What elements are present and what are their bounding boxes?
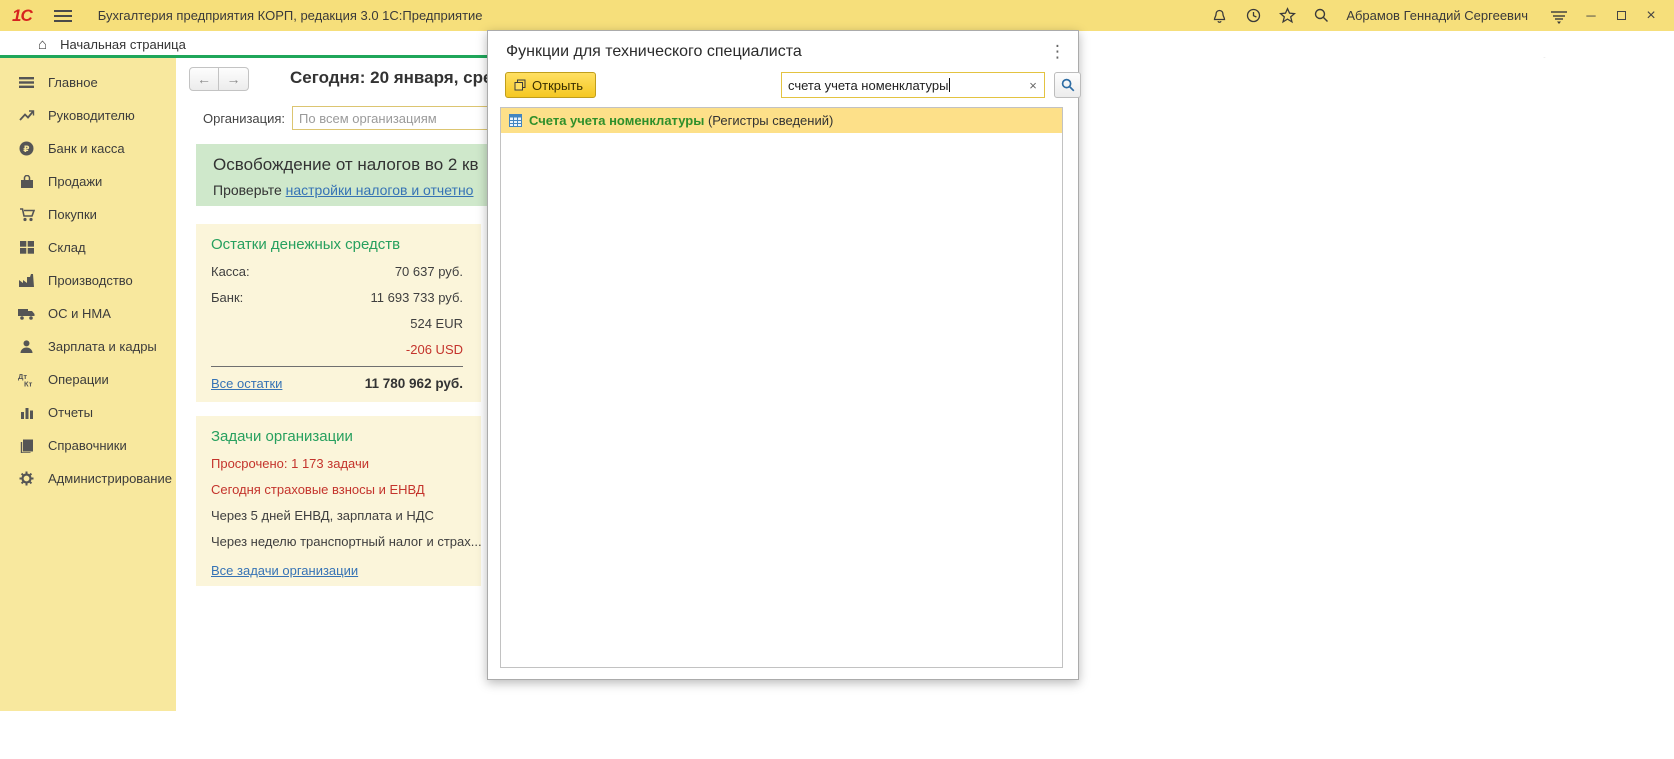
organization-label: Организация: xyxy=(203,111,285,126)
task-item-today[interactable]: Сегодня страховые взносы и ЕНВД xyxy=(211,482,463,497)
balance-value: 524 EUR xyxy=(410,316,463,331)
svg-text:₽: ₽ xyxy=(23,144,29,154)
total-separator xyxy=(211,366,463,367)
svg-text:Кт: Кт xyxy=(24,380,33,388)
chart-icon xyxy=(18,405,35,421)
dialog-more-icon[interactable]: ⋮ xyxy=(1049,43,1066,60)
run-search-button[interactable] xyxy=(1054,72,1081,98)
sidebar-item-purchases[interactable]: Покупки xyxy=(0,198,176,231)
sidebar-item-operations[interactable]: ДтКт Операции xyxy=(0,363,176,396)
history-nav: ← → xyxy=(189,67,249,91)
clear-search-icon[interactable]: × xyxy=(1022,78,1044,93)
search-icon xyxy=(1061,78,1075,92)
open-window-icon xyxy=(514,79,526,91)
sidebar-item-administration[interactable]: Администрирование xyxy=(0,462,176,495)
grid-icon xyxy=(18,240,35,256)
menu-icon xyxy=(18,75,35,91)
main-menu-icon[interactable] xyxy=(54,10,72,22)
text-caret xyxy=(949,78,950,92)
cart-icon xyxy=(18,207,35,223)
app-window: 1С Бухгалтерия предприятия КОРП, редакци… xyxy=(0,0,1674,759)
forward-arrow-button[interactable]: → xyxy=(219,67,249,91)
organization-tasks-widget: Задачи организации Просрочено: 1 173 зад… xyxy=(196,416,481,586)
today-heading: Сегодня: 20 января, среда xyxy=(290,68,513,88)
titlebar: 1С Бухгалтерия предприятия КОРП, редакци… xyxy=(0,0,1674,31)
sidebar-item-manager[interactable]: Руководителю xyxy=(0,99,176,132)
balance-value: 70 637 руб. xyxy=(395,264,463,279)
balance-value-negative: -206 USD xyxy=(406,342,463,357)
balance-label: Банк: xyxy=(211,290,243,305)
sidebar-item-warehouse[interactable]: Склад xyxy=(0,231,176,264)
person-icon xyxy=(18,339,35,355)
truck-icon xyxy=(18,306,35,322)
notifications-bell-icon[interactable] xyxy=(1202,4,1236,28)
history-icon[interactable] xyxy=(1236,4,1270,28)
sidebar-item-references[interactable]: Справочники xyxy=(0,429,176,462)
balance-label: Касса: xyxy=(211,264,250,279)
all-balances-link[interactable]: Все остатки xyxy=(211,376,282,391)
ruble-icon: ₽ xyxy=(18,141,35,157)
sidebar-item-fixed-assets[interactable]: ОС и НМА xyxy=(0,297,176,330)
maximize-button[interactable] xyxy=(1606,4,1636,28)
current-user[interactable]: Абрамов Геннадий Сергеевич xyxy=(1346,8,1528,23)
search-value: счета учета номенклатуры xyxy=(788,78,948,93)
tax-settings-link[interactable]: настройки налогов и отчетно xyxy=(286,182,474,198)
sidebar-item-main[interactable]: Главное xyxy=(0,66,176,99)
home-icon: ⌂ xyxy=(38,37,47,52)
search-results-list: Счета учета номенклатуры (Регистры сведе… xyxy=(500,107,1063,668)
dialog-title: Функции для технического специалиста xyxy=(506,43,802,61)
service-menu-icon[interactable] xyxy=(1542,4,1576,28)
dtkt-icon: ДтКт xyxy=(18,372,35,388)
register-table-icon xyxy=(509,114,522,127)
back-arrow-button[interactable]: ← xyxy=(189,67,219,91)
notice-text: Проверьте xyxy=(213,182,286,198)
favorites-star-icon[interactable] xyxy=(1270,4,1304,28)
balances-title: Остатки денежных средств xyxy=(211,236,463,253)
tasks-title: Задачи организации xyxy=(211,428,463,445)
sidebar: Главное Руководителю ₽ Банк и касса Прод… xyxy=(0,58,176,711)
result-type: (Регистры сведений) xyxy=(704,113,833,128)
sidebar-item-hr[interactable]: Зарплата и кадры xyxy=(0,330,176,363)
global-search-icon[interactable] xyxy=(1304,4,1338,28)
gear-icon xyxy=(18,471,35,487)
books-icon xyxy=(18,438,35,454)
sidebar-item-production[interactable]: Производство xyxy=(0,264,176,297)
minimize-button[interactable]: ─ xyxy=(1576,4,1606,28)
sidebar-item-bank[interactable]: ₽ Банк и касса xyxy=(0,132,176,165)
1c-logo-icon: 1С xyxy=(12,6,32,26)
factory-icon xyxy=(18,273,35,289)
balance-value: 11 693 733 руб. xyxy=(371,290,464,305)
result-name: Счета учета номенклатуры xyxy=(529,113,704,128)
tech-functions-dialog: Функции для технического специалиста ⋮ О… xyxy=(487,30,1079,680)
tab-home-page[interactable]: ⌂ Начальная страница xyxy=(0,31,487,58)
result-row-accounts[interactable]: Счета учета номенклатуры (Регистры сведе… xyxy=(501,108,1062,133)
bag-icon xyxy=(18,174,35,190)
all-tasks-link[interactable]: Все задачи организации xyxy=(211,563,358,578)
balances-total: 11 780 962 руб. xyxy=(365,376,463,391)
cash-balances-widget: Остатки денежных средств Касса: 70 637 ру… xyxy=(196,224,481,402)
tab-home-label: Начальная страница xyxy=(60,37,186,52)
trend-icon xyxy=(18,108,35,124)
sidebar-item-sales[interactable]: Продажи xyxy=(0,165,176,198)
task-item-week[interactable]: Через неделю транспортный налог и страх.… xyxy=(211,534,463,549)
app-title: Бухгалтерия предприятия КОРП, редакция 3… xyxy=(98,8,483,23)
task-item-5days[interactable]: Через 5 дней ЕНВД, зарплата и НДС xyxy=(211,508,463,523)
sidebar-item-reports[interactable]: Отчеты xyxy=(0,396,176,429)
open-button[interactable]: Открыть xyxy=(505,72,596,98)
task-item-overdue[interactable]: Просрочено: 1 173 задачи xyxy=(211,456,463,471)
close-button[interactable]: × xyxy=(1636,4,1666,28)
metadata-search-input[interactable]: счета учета номенклатуры × xyxy=(781,72,1045,98)
